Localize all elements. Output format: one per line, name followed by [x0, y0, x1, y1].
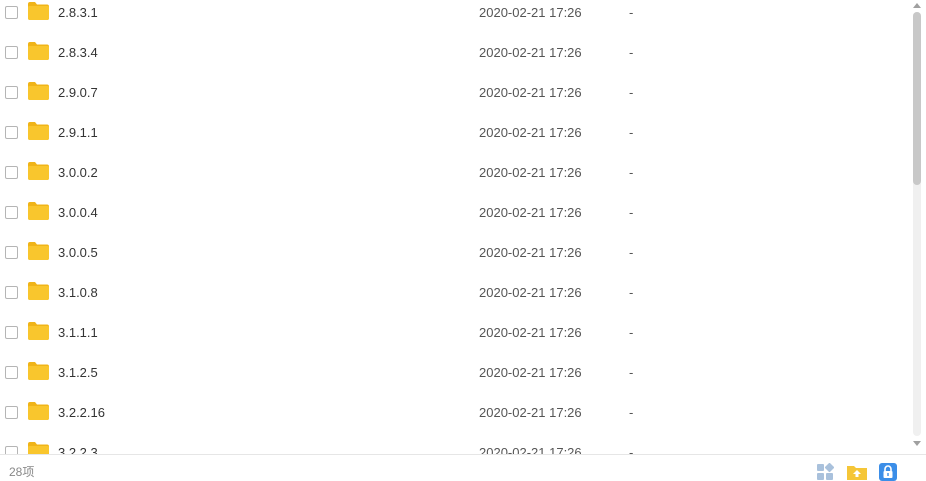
file-size: - — [629, 325, 634, 340]
item-count: 28项 — [9, 465, 35, 479]
modified-date: 2020-02-21 17:26 — [479, 405, 582, 420]
file-row[interactable]: 3.2.2.16 2020-02-21 17:26 - — [0, 393, 910, 433]
file-name[interactable]: 2.8.3.1 — [58, 5, 98, 20]
row-checkbox[interactable] — [5, 46, 18, 59]
file-row[interactable]: 2.8.3.1 2020-02-21 17:26 - — [0, 0, 910, 33]
modified-date: 2020-02-21 17:26 — [479, 445, 582, 454]
file-size: - — [629, 85, 634, 100]
folder-icon — [28, 402, 49, 420]
modified-date: 2020-02-21 17:26 — [479, 5, 582, 20]
file-name[interactable]: 3.2.2.3 — [58, 445, 98, 454]
folder-icon — [28, 202, 49, 220]
file-row[interactable]: 2.9.1.1 2020-02-21 17:26 - — [0, 113, 910, 153]
file-size: - — [629, 5, 634, 20]
upload-folder-icon[interactable] — [846, 463, 868, 481]
folder-icon — [28, 2, 49, 20]
row-checkbox[interactable] — [5, 246, 18, 259]
file-name[interactable]: 3.0.0.2 — [58, 165, 98, 180]
file-size: - — [629, 205, 634, 220]
file-name[interactable]: 2.9.1.1 — [58, 125, 98, 140]
scroll-up-arrow-icon[interactable] — [913, 3, 921, 8]
file-row[interactable]: 3.0.0.5 2020-02-21 17:26 - — [0, 233, 910, 273]
row-checkbox[interactable] — [5, 286, 18, 299]
file-row[interactable]: 3.1.1.1 2020-02-21 17:26 - — [0, 313, 910, 353]
folder-icon — [28, 162, 49, 180]
file-row[interactable]: 3.1.2.5 2020-02-21 17:26 - — [0, 353, 910, 393]
file-list: 2.8.3.1 2020-02-21 17:26 - 2.8.3.4 2020-02-2… — [0, 0, 910, 454]
file-browser: 2.8.3.1 2020-02-21 17:26 - 2.8.3.4 2020-02-2… — [0, 0, 926, 481]
file-name[interactable]: 3.1.2.5 — [58, 365, 98, 380]
modified-date: 2020-02-21 17:26 — [479, 365, 582, 380]
row-checkbox[interactable] — [5, 366, 18, 379]
row-checkbox[interactable] — [5, 86, 18, 99]
file-size: - — [629, 405, 634, 420]
row-checkbox[interactable] — [5, 446, 18, 454]
folder-icon — [28, 242, 49, 260]
file-row[interactable]: 3.0.0.4 2020-02-21 17:26 - — [0, 193, 910, 233]
row-checkbox[interactable] — [5, 166, 18, 179]
file-name[interactable]: 3.2.2.16 — [58, 405, 105, 420]
folder-icon — [28, 282, 49, 300]
file-size: - — [629, 285, 634, 300]
file-name[interactable]: 3.0.0.4 — [58, 205, 98, 220]
row-checkbox[interactable] — [5, 206, 18, 219]
file-size: - — [629, 445, 634, 454]
folder-icon — [28, 122, 49, 140]
scroll-thumb[interactable] — [913, 12, 921, 185]
file-size: - — [629, 245, 634, 260]
file-row[interactable]: 3.2.2.3 2020-02-21 17:26 - — [0, 433, 910, 454]
file-size: - — [629, 45, 634, 60]
modified-date: 2020-02-21 17:26 — [479, 325, 582, 340]
scroll-track[interactable] — [913, 12, 921, 436]
file-name[interactable]: 3.1.1.1 — [58, 325, 98, 340]
modified-date: 2020-02-21 17:26 — [479, 125, 582, 140]
file-size: - — [629, 365, 634, 380]
modified-date: 2020-02-21 17:26 — [479, 85, 582, 100]
file-row[interactable]: 3.0.0.2 2020-02-21 17:26 - — [0, 153, 910, 193]
file-name[interactable]: 2.9.0.7 — [58, 85, 98, 100]
folder-icon — [28, 42, 49, 60]
modified-date: 2020-02-21 17:26 — [479, 285, 582, 300]
file-name[interactable]: 2.8.3.4 — [58, 45, 98, 60]
folder-icon — [28, 362, 49, 380]
file-name[interactable]: 3.0.0.5 — [58, 245, 98, 260]
row-checkbox[interactable] — [5, 126, 18, 139]
file-name[interactable]: 3.1.0.8 — [58, 285, 98, 300]
file-size: - — [629, 125, 634, 140]
lock-icon[interactable] — [879, 463, 897, 481]
vertical-scrollbar[interactable] — [910, 0, 926, 454]
row-checkbox[interactable] — [5, 326, 18, 339]
folder-icon — [28, 82, 49, 100]
status-bar: 28项 — [0, 454, 926, 481]
file-row[interactable]: 2.9.0.7 2020-02-21 17:26 - — [0, 73, 910, 113]
folder-icon — [28, 322, 49, 340]
file-size: - — [629, 165, 634, 180]
modified-date: 2020-02-21 17:26 — [479, 245, 582, 260]
row-checkbox[interactable] — [5, 6, 18, 19]
file-row[interactable]: 2.8.3.4 2020-02-21 17:26 - — [0, 33, 910, 73]
grid-view-icon[interactable] — [816, 462, 835, 481]
modified-date: 2020-02-21 17:26 — [479, 205, 582, 220]
modified-date: 2020-02-21 17:26 — [479, 165, 582, 180]
folder-icon — [28, 442, 49, 454]
scroll-down-arrow-icon[interactable] — [913, 441, 921, 446]
modified-date: 2020-02-21 17:26 — [479, 45, 582, 60]
row-checkbox[interactable] — [5, 406, 18, 419]
file-row[interactable]: 3.1.0.8 2020-02-21 17:26 - — [0, 273, 910, 313]
